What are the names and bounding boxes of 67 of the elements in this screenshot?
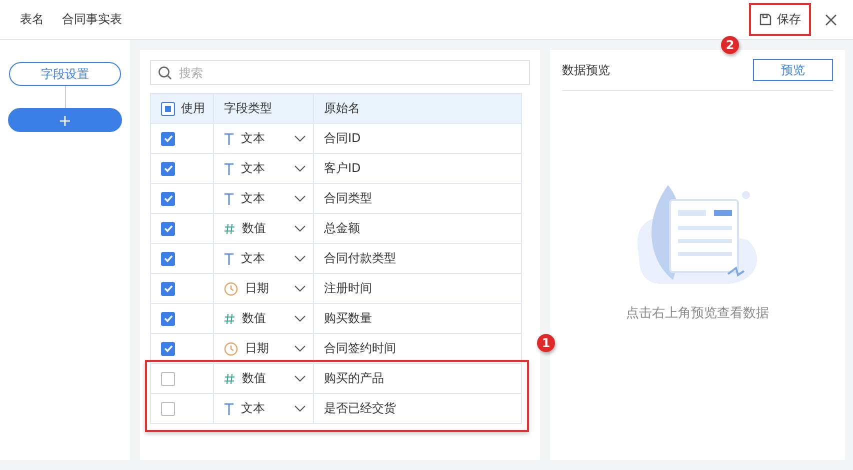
checkbox[interactable] xyxy=(161,372,175,386)
type-dropdown[interactable]: 文本 xyxy=(224,190,306,207)
field-name: 注册时间 xyxy=(324,280,372,297)
chevron-down-icon xyxy=(294,135,306,142)
field-name: 购买数量 xyxy=(324,310,372,327)
column-header: 使用 xyxy=(181,100,205,117)
text-type-icon xyxy=(224,402,234,414)
field-settings-tab[interactable]: 字段设置 xyxy=(9,62,121,86)
text-type-icon xyxy=(224,252,234,264)
type-dropdown[interactable]: 数值 xyxy=(224,220,306,237)
checkbox[interactable] xyxy=(161,192,175,206)
preview-button[interactable]: 预览 xyxy=(753,59,833,81)
callout-badge: 2 xyxy=(721,36,739,54)
chevron-down-icon xyxy=(294,345,306,352)
text-type-icon xyxy=(224,192,234,204)
checkbox[interactable] xyxy=(161,342,175,356)
checkbox[interactable] xyxy=(161,162,175,176)
search-field[interactable]: 搜索 xyxy=(150,60,530,85)
checkbox[interactable] xyxy=(161,252,175,266)
checkbox[interactable] xyxy=(161,132,175,146)
chevron-down-icon xyxy=(294,195,306,202)
chevron-down-icon xyxy=(294,165,306,172)
save-button[interactable]: 保存 xyxy=(749,3,811,36)
select-all-checkbox[interactable] xyxy=(161,102,175,116)
checkbox[interactable] xyxy=(161,222,175,236)
empty-message: 点击右上角预览查看数据 xyxy=(626,304,769,322)
column-header: 原始名 xyxy=(324,100,360,117)
checkbox[interactable] xyxy=(161,312,175,326)
clock-icon xyxy=(224,342,238,356)
type-dropdown[interactable]: 日期 xyxy=(224,280,306,297)
field-name: 合同ID xyxy=(324,130,361,147)
hash-icon xyxy=(224,372,235,384)
type-dropdown[interactable]: 文本 xyxy=(224,160,306,177)
type-dropdown[interactable]: 文本 xyxy=(224,130,306,147)
chevron-down-icon xyxy=(294,285,306,292)
field-name: 客户ID xyxy=(324,160,361,177)
text-type-icon xyxy=(224,162,234,174)
text-type-icon xyxy=(224,132,234,144)
column-header: 字段类型 xyxy=(224,100,272,117)
field-name: 合同类型 xyxy=(324,190,372,207)
close-icon[interactable] xyxy=(825,14,837,26)
type-dropdown[interactable]: 数值 xyxy=(224,370,306,387)
checkbox[interactable] xyxy=(161,282,175,296)
chevron-down-icon xyxy=(294,405,306,412)
table-name: 合同事实表 xyxy=(62,11,122,28)
type-dropdown[interactable]: 数值 xyxy=(224,310,306,327)
preview-title: 数据预览 xyxy=(562,62,610,78)
hash-icon xyxy=(224,222,235,234)
add-button[interactable]: + xyxy=(8,108,122,132)
chevron-down-icon xyxy=(294,225,306,232)
field-name: 合同签约时间 xyxy=(324,340,396,357)
chevron-down-icon xyxy=(294,375,306,382)
save-icon xyxy=(759,13,772,26)
type-dropdown[interactable]: 文本 xyxy=(224,400,306,417)
field-name: 总金额 xyxy=(324,220,360,237)
field-name: 购买的产品 xyxy=(324,370,384,387)
checkbox[interactable] xyxy=(161,402,175,416)
table-name-label: 表名 xyxy=(20,11,44,28)
callout-badge: 1 xyxy=(537,334,555,352)
type-dropdown[interactable]: 日期 xyxy=(224,340,306,357)
type-dropdown[interactable]: 文本 xyxy=(224,250,306,267)
field-name: 是否已经交货 xyxy=(324,400,396,417)
chevron-down-icon xyxy=(294,315,306,322)
chevron-down-icon xyxy=(294,255,306,262)
clock-icon xyxy=(224,282,238,296)
hash-icon xyxy=(224,312,235,324)
field-name: 合同付款类型 xyxy=(324,250,396,267)
